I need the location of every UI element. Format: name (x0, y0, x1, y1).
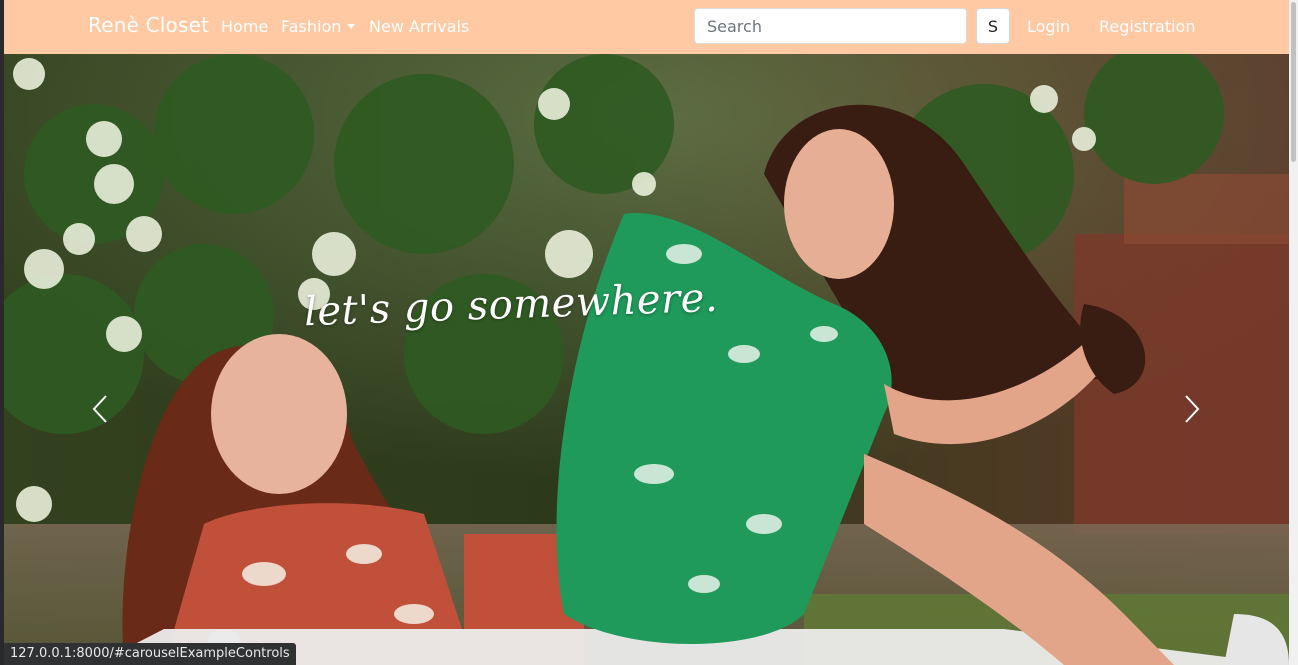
search-input[interactable] (694, 8, 967, 44)
nav-link-new-arrivals[interactable]: New Arrivals (369, 17, 469, 36)
nav-link-fashion-label: Fashion (281, 17, 342, 36)
hero-carousel: let's go somewhere. (4, 54, 1289, 665)
search-button[interactable]: S (976, 8, 1010, 44)
page-scrollbar[interactable] (1289, 0, 1298, 665)
top-navbar: Renè Closet Home Fashion New Arrivals S … (4, 0, 1289, 54)
carousel-slide-image (4, 54, 1289, 665)
carousel-next-button[interactable] (1172, 384, 1212, 434)
nav-link-home[interactable]: Home (221, 17, 268, 36)
nav-link-registration[interactable]: Registration (1099, 17, 1195, 36)
chevron-right-icon (1185, 395, 1200, 423)
browser-status-url: 127.0.0.1:8000/#carouselExampleControls (4, 643, 296, 665)
nav-dropdown-fashion[interactable]: Fashion (281, 17, 356, 36)
carousel-prev-button[interactable] (80, 384, 120, 434)
caret-down-icon (347, 24, 356, 29)
brand-logo[interactable]: Renè Closet (88, 13, 209, 37)
nav-link-login[interactable]: Login (1027, 17, 1070, 36)
chevron-left-icon (92, 395, 107, 423)
scrollbar-thumb[interactable] (1291, 2, 1296, 162)
